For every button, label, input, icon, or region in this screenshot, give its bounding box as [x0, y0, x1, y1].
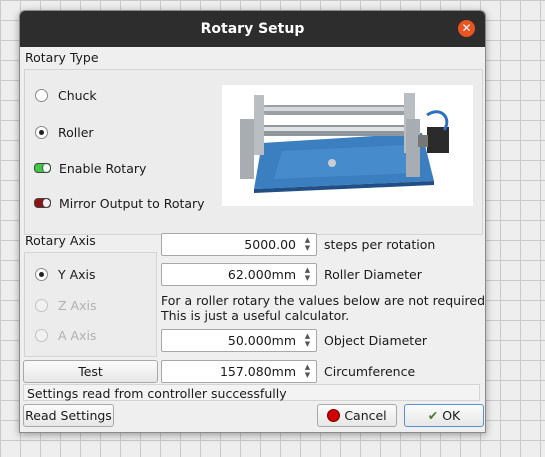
rotary-roller-image: [222, 85, 473, 206]
read-settings-button[interactable]: Read Settings: [23, 404, 114, 427]
rotary-axis-heading: Rotary Axis: [25, 233, 96, 248]
cancel-label: Cancel: [344, 408, 387, 423]
z-axis-label: Z Axis: [57, 298, 97, 313]
note-line-2: This is just a useful calculator.: [161, 308, 350, 323]
titlebar: Rotary Setup ✕: [20, 11, 485, 47]
rotary-setup-dialog: Rotary Setup ✕ Rotary Type Chuck Roller …: [19, 10, 486, 433]
ok-button[interactable]: ✔ OK: [404, 404, 484, 427]
circumference-label: Circumference: [324, 364, 416, 379]
close-icon[interactable]: ✕: [458, 20, 475, 37]
enable-rotary-toggle[interactable]: Enable Rotary: [34, 161, 146, 176]
rotary-axis-group: Y Axis Z Axis A Axis: [24, 252, 157, 357]
note-line-1: For a roller rotary the values below are…: [161, 293, 486, 308]
ok-check-icon: ✔: [427, 408, 439, 423]
mirror-output-toggle[interactable]: Mirror Output to Rotary: [34, 196, 205, 211]
ok-label: OK: [442, 408, 461, 423]
enable-rotary-switch-icon[interactable]: [34, 163, 51, 173]
roller-diameter-value[interactable]: 62.000mm: [228, 264, 296, 285]
status-bar: Settings read from controller successful…: [23, 384, 480, 401]
steps-input[interactable]: 5000.00 ▲ ▼: [161, 233, 317, 256]
cancel-icon: [327, 409, 341, 422]
roller-diameter-input[interactable]: 62.000mm ▲ ▼: [161, 263, 317, 286]
window-title: Rotary Setup: [200, 21, 305, 37]
steps-spin-arrows-icon[interactable]: ▲ ▼: [301, 236, 314, 253]
chuck-option[interactable]: Chuck: [35, 88, 97, 103]
mirror-output-label: Mirror Output to Rotary: [58, 196, 205, 211]
steps-value[interactable]: 5000.00: [244, 234, 296, 255]
object-diameter-input[interactable]: 50.000mm ▲ ▼: [161, 329, 317, 352]
roller-device-icon: [240, 93, 449, 193]
circumference-input[interactable]: 157.080mm ▲ ▼: [161, 360, 317, 383]
steps-label: steps per rotation: [324, 237, 436, 252]
cancel-button[interactable]: Cancel: [317, 404, 397, 427]
chuck-radio[interactable]: [35, 89, 48, 102]
test-button[interactable]: Test: [23, 360, 158, 383]
y-axis-option[interactable]: Y Axis: [35, 267, 96, 282]
chuck-label: Chuck: [57, 88, 97, 103]
object-diameter-value[interactable]: 50.000mm: [228, 330, 296, 351]
z-axis-option[interactable]: Z Axis: [35, 298, 96, 313]
a-axis-option[interactable]: A Axis: [35, 328, 96, 343]
object-diameter-label: Object Diameter: [324, 333, 428, 348]
a-axis-label: A Axis: [57, 328, 97, 343]
roller-diameter-spin-arrows-icon[interactable]: ▲ ▼: [301, 266, 314, 283]
mirror-output-switch-icon[interactable]: [34, 198, 51, 208]
circumference-value[interactable]: 157.080mm: [220, 361, 296, 382]
a-axis-radio[interactable]: [35, 329, 48, 342]
z-axis-radio[interactable]: [35, 299, 48, 312]
y-axis-label: Y Axis: [57, 267, 96, 282]
roller-option[interactable]: Roller: [35, 125, 94, 140]
status-text: Settings read from controller successful…: [27, 386, 287, 401]
rotary-type-group: Chuck Roller Enable Rotary Mirror Output…: [24, 69, 483, 235]
object-diameter-spin-arrows-icon[interactable]: ▲ ▼: [301, 332, 314, 349]
circumference-spin-arrows-icon[interactable]: ▲ ▼: [301, 363, 314, 380]
y-axis-radio[interactable]: [35, 268, 48, 281]
roller-label: Roller: [57, 125, 94, 140]
roller-radio[interactable]: [35, 126, 48, 139]
roller-diameter-label: Roller Diameter: [324, 267, 422, 282]
enable-rotary-label: Enable Rotary: [58, 161, 147, 176]
rotary-type-heading: Rotary Type: [25, 50, 99, 65]
